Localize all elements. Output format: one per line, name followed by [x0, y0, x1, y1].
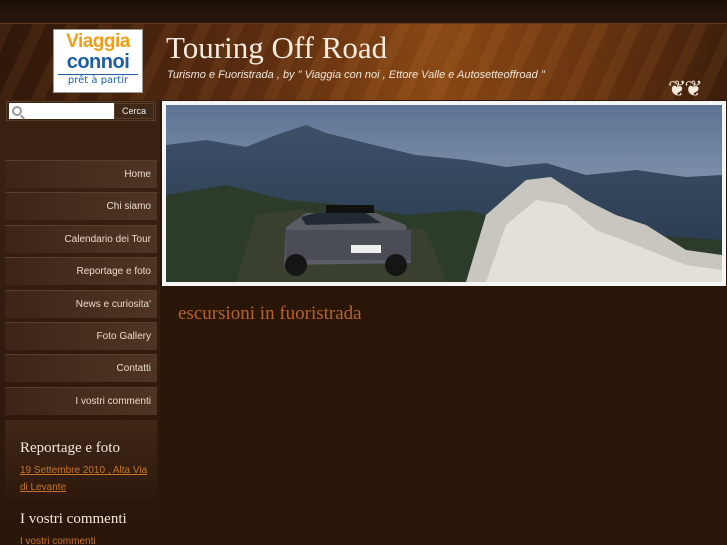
search-icon	[12, 106, 22, 116]
sidebar-link-reportage[interactable]: 19 Settembre 2010 , Alta Via di Levante	[20, 462, 155, 496]
nav-item-chi-siamo[interactable]: Chi siamo	[5, 192, 157, 221]
logo-line-2: connoi	[66, 51, 130, 73]
top-bar	[0, 0, 727, 24]
nav-item-reportage[interactable]: Reportage e foto	[5, 257, 157, 286]
nav-item-foto-gallery[interactable]: Foto Gallery	[5, 321, 157, 350]
logo-line-1: Viaggia	[66, 31, 130, 52]
sidebar-link-comments[interactable]: I vostri commenti	[20, 533, 155, 545]
nav-item-news[interactable]: News e curiosita'	[5, 289, 157, 318]
nav-item-contatti[interactable]: Contatti	[5, 354, 157, 383]
ornament-swirl-icon: ❦❦	[668, 76, 703, 101]
offroad-landscape-image	[166, 105, 722, 282]
site-logo[interactable]: Viaggia connoi prêt à partir	[53, 29, 143, 93]
nav-item-calendario[interactable]: Calendario dei Tour	[5, 224, 157, 253]
content-title: escursioni in fuoristrada	[178, 303, 362, 324]
nav-item-home[interactable]: Home	[5, 160, 157, 188]
sidebar-heading-reportage: Reportage e foto	[20, 440, 120, 456]
site-tagline: Turismo e Fuoristrada , by " Viaggia con…	[167, 69, 545, 81]
logo-line-3: prêt à partir	[58, 74, 138, 87]
main-navigation: Home Chi siamo Calendario dei Tour Repor…	[5, 160, 157, 419]
search-input[interactable]	[9, 103, 115, 119]
sidebar-heading-comments: I vostri commenti	[20, 511, 127, 527]
header-photo	[162, 101, 726, 286]
site-title[interactable]: Touring Off Road	[166, 30, 387, 66]
search-button[interactable]: Cerca	[114, 103, 154, 119]
nav-item-commenti[interactable]: I vostri commenti	[5, 386, 157, 415]
